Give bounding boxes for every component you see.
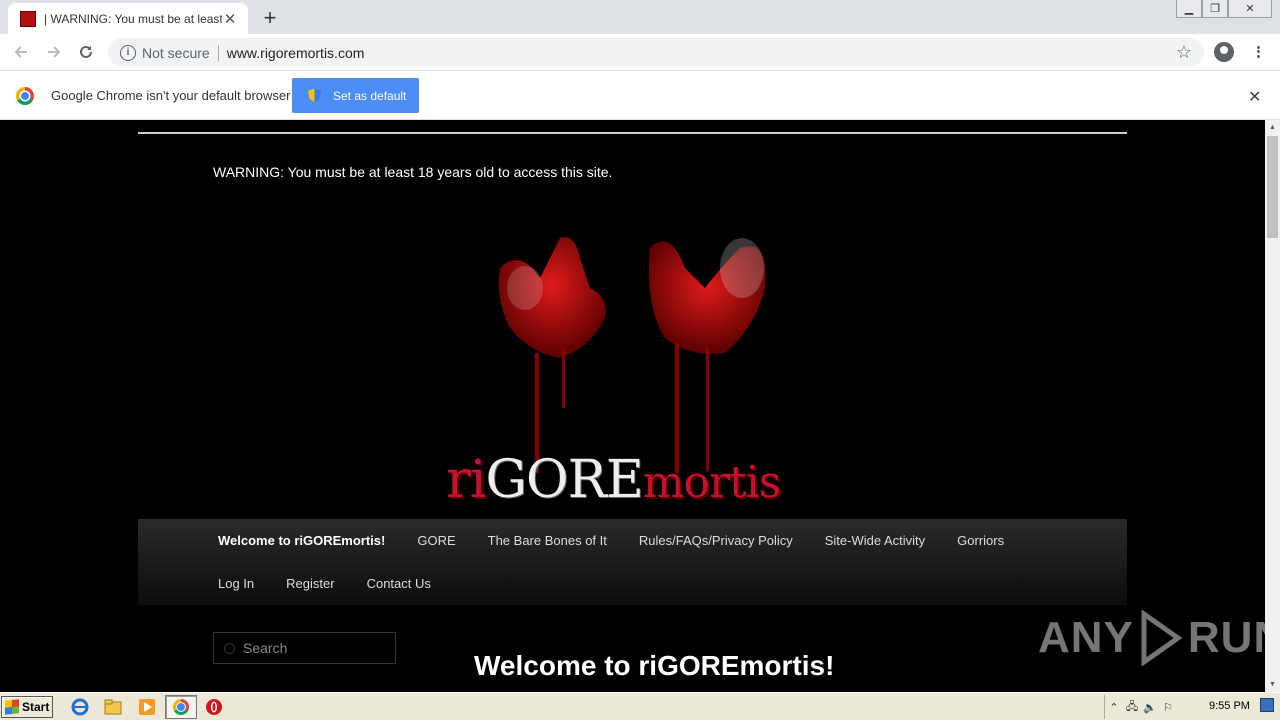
minimize-button[interactable]: ▁ [1176, 0, 1202, 18]
nav-item-gore[interactable]: GORE [417, 533, 455, 548]
nav-item-welcome[interactable]: Welcome to riGOREmortis! [218, 533, 385, 548]
set-as-default-button[interactable]: Set as default [292, 78, 419, 113]
nav-row-primary: Welcome to riGOREmortis! GORE The Bare B… [218, 533, 1036, 548]
nav-item-login[interactable]: Log In [218, 576, 254, 591]
page-scrollbar[interactable]: ▲ ▼ [1265, 120, 1280, 692]
windows-taskbar: Start ⌃ 🖧 🔈 ⚐ 9:55 PM [0, 692, 1280, 720]
window-controls: ▁ ❐ ✕ [1176, 0, 1272, 18]
nav-item-contact[interactable]: Contact Us [367, 576, 431, 591]
page-title: Welcome to riGOREmortis! [474, 650, 835, 681]
nav-item-gorriors[interactable]: Gorriors [957, 533, 1004, 548]
nav-item-site-activity[interactable]: Site-Wide Activity [825, 533, 925, 548]
nav-row-secondary: Log In Register Contact Us [218, 576, 463, 591]
back-arrow-icon [14, 46, 27, 58]
scroll-up-icon[interactable]: ▲ [1265, 120, 1280, 135]
new-tab-button[interactable]: + [258, 5, 282, 30]
media-player-icon[interactable] [138, 698, 156, 716]
site-search [213, 632, 396, 664]
network-icon[interactable]: 🖧 [1123, 698, 1141, 717]
windows-logo-icon [5, 699, 19, 715]
age-warning: WARNING: You must be at least 18 years o… [213, 164, 613, 180]
opera-icon[interactable] [205, 698, 223, 716]
tray-expand-icon[interactable]: ⌃ [1105, 701, 1123, 714]
profile-avatar-icon[interactable] [1214, 42, 1234, 62]
search-input[interactable] [243, 640, 383, 656]
chrome-logo-icon [16, 87, 34, 105]
search-icon [224, 642, 235, 654]
wordmark-ri: ri [446, 450, 486, 510]
forward-button[interactable] [42, 40, 66, 64]
infobar-close-icon[interactable]: ✕ [1248, 87, 1261, 107]
back-button[interactable] [9, 40, 33, 64]
site-favicon-icon [20, 10, 36, 27]
main-navigation: Welcome to riGOREmortis! GORE The Bare B… [138, 519, 1127, 605]
reload-icon [80, 45, 92, 58]
infobar-message: Google Chrome isn't your default browser [51, 88, 291, 103]
address-bar[interactable]: i Not secure www.rigoremortis.com ☆ [108, 38, 1204, 67]
reload-button[interactable] [74, 40, 98, 64]
taskbar-clock[interactable]: 9:55 PM [1209, 700, 1250, 712]
site-wordmark: riGOREmortis [446, 450, 782, 510]
chrome-taskbar-icon [173, 699, 189, 715]
watermark-left-text: ANY [1038, 613, 1134, 662]
volume-icon[interactable]: 🔈 [1141, 701, 1159, 714]
browser-toolbar: i Not secure www.rigoremortis.com ☆ [0, 34, 1280, 71]
forward-arrow-icon [48, 46, 61, 58]
window-close-button[interactable]: ✕ [1228, 0, 1272, 18]
nav-item-register[interactable]: Register [286, 576, 334, 591]
url-text[interactable]: www.rigoremortis.com [227, 45, 1176, 61]
file-explorer-icon[interactable] [104, 698, 122, 716]
wordmark-gore: GORE [485, 450, 644, 510]
info-icon[interactable]: i [120, 44, 136, 61]
header-divider [138, 132, 1127, 134]
nav-item-bare-bones[interactable]: The Bare Bones of It [488, 533, 607, 548]
start-label: Start [22, 700, 50, 714]
scroll-thumb[interactable] [1267, 136, 1278, 238]
action-center-flag-icon[interactable]: ⚐ [1159, 701, 1177, 714]
tab-title: | WARNING: You must be at least 18 years… [44, 11, 222, 26]
internet-explorer-icon[interactable] [71, 698, 89, 716]
address-divider [217, 44, 219, 61]
nav-item-rules[interactable]: Rules/FAQs/Privacy Policy [639, 533, 793, 548]
scroll-down-icon[interactable]: ▼ [1265, 677, 1280, 692]
show-desktop-icon[interactable] [1260, 698, 1274, 712]
browser-tab[interactable]: | WARNING: You must be at least 18 years… [8, 3, 248, 34]
watermark-right-text: RUN [1187, 613, 1265, 662]
security-label: Not secure [142, 44, 210, 61]
bookmark-star-icon[interactable]: ☆ [1176, 42, 1192, 63]
tab-close-icon[interactable]: ✕ [222, 11, 238, 28]
tab-strip: | WARNING: You must be at least 18 years… [0, 0, 1280, 34]
chrome-menu-icon[interactable] [1250, 42, 1266, 62]
uac-shield-icon [308, 88, 321, 103]
default-browser-infobar: Google Chrome isn't your default browser… [0, 71, 1280, 120]
system-tray: ⌃ 🖧 🔈 ⚐ [1104, 695, 1280, 719]
wordmark-mortis: mortis [642, 457, 782, 508]
watermark-play-icon [1141, 610, 1182, 666]
anyrun-watermark: ANY RUN [1038, 610, 1265, 666]
start-button[interactable]: Start [1, 696, 53, 718]
restore-button[interactable]: ❐ [1202, 0, 1228, 18]
page-viewport: WARNING: You must be at least 18 years o… [0, 120, 1265, 692]
taskbar-chrome-button[interactable] [165, 695, 197, 719]
set-as-default-label: Set as default [333, 88, 407, 103]
